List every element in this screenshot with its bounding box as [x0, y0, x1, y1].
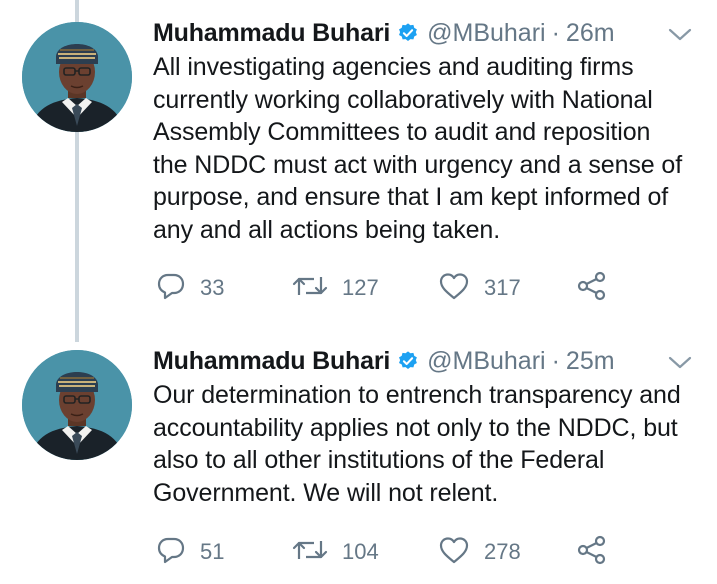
avatar[interactable] — [22, 22, 132, 132]
tweet-header: Muhammadu Buhari @MBuhari · 25m — [153, 344, 615, 378]
separator-dot: · — [551, 18, 560, 47]
reply-count: 51 — [200, 539, 225, 564]
author-name[interactable]: Muhammadu Buhari — [153, 347, 390, 376]
share-button[interactable] — [576, 532, 608, 572]
author-handle[interactable]: @MBuhari — [427, 347, 545, 376]
author-handle[interactable]: @MBuhari — [427, 19, 545, 48]
reply-button[interactable]: 51 — [156, 532, 224, 572]
tweet-text-line: the NDDC must act with urgency and a sen… — [153, 150, 683, 179]
retweet-count: 104 — [342, 539, 379, 564]
verified-badge-icon — [397, 350, 419, 372]
tweet-text-line: currently working collaboratively with N… — [153, 85, 653, 114]
chevron-down-icon[interactable] — [665, 352, 695, 374]
author-name[interactable]: Muhammadu Buhari — [153, 19, 390, 48]
tweet-text-line: Assembly Committees to audit and reposit… — [153, 118, 651, 147]
tweet-text-line: Our determination to entrench transparen… — [153, 381, 681, 409]
like-button[interactable]: 317 — [438, 268, 521, 308]
share-icon — [576, 535, 608, 570]
tweet-text-line: any and all actions being taken. — [153, 215, 501, 244]
reply-bubble-icon — [156, 535, 186, 570]
tweet-text-line: All investigating agencies and auditing … — [153, 53, 634, 81]
like-button[interactable]: 278 — [438, 532, 521, 572]
reply-bubble-icon — [156, 271, 186, 306]
retweet-icon — [292, 535, 328, 570]
heart-icon — [438, 535, 470, 570]
retweet-icon — [292, 271, 328, 306]
reply-count: 33 — [200, 275, 225, 300]
chevron-down-icon[interactable] — [665, 24, 695, 46]
tweet[interactable]: Muhammadu Buhari @MBuhari · 26m All inve… — [0, 0, 717, 322]
tweet-actions: 33 127 317 — [150, 268, 670, 308]
tweet-text: Our determination to entrench transparen… — [153, 379, 698, 509]
tweet-timestamp[interactable]: 26m — [566, 19, 615, 48]
retweet-button[interactable]: 104 — [292, 532, 379, 572]
like-count: 278 — [484, 539, 521, 564]
share-button[interactable] — [576, 268, 608, 308]
tweet-text-line: also to all other institutions of the Fe… — [153, 446, 605, 475]
verified-badge-icon — [397, 22, 419, 44]
reply-button[interactable]: 33 — [156, 268, 224, 308]
tweet-text: All investigating agencies and auditing … — [153, 51, 698, 247]
avatar[interactable] — [22, 350, 132, 460]
tweet-header: Muhammadu Buhari @MBuhari · 26m — [153, 16, 615, 50]
tweet-text-line: Government. We will not relent. — [153, 478, 499, 507]
retweet-button[interactable]: 127 — [292, 268, 379, 308]
tweet-text-line: purpose, and ensure that I am kept infor… — [153, 183, 669, 212]
tweet-text-line: accountability applies not only to the N… — [153, 413, 678, 442]
heart-icon — [438, 271, 470, 306]
tweet[interactable]: Muhammadu Buhari @MBuhari · 25m Our dete… — [0, 322, 717, 584]
tweet-timestamp[interactable]: 25m — [566, 347, 615, 376]
like-count: 317 — [484, 275, 521, 300]
share-icon — [576, 271, 608, 306]
retweet-count: 127 — [342, 275, 379, 300]
separator-dot: · — [551, 346, 560, 375]
tweet-actions: 51 104 278 — [150, 532, 670, 572]
